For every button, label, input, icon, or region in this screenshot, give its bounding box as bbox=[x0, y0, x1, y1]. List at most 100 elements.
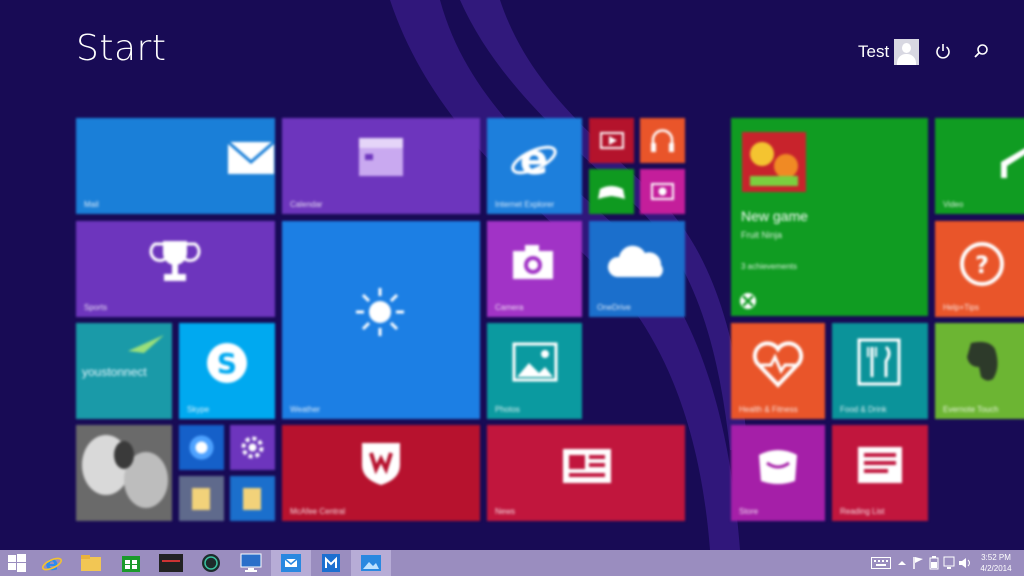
svg-text:?: ? bbox=[975, 251, 989, 279]
taskbar: e bbox=[0, 550, 1024, 576]
flag-icon[interactable] bbox=[912, 556, 924, 570]
news-icon bbox=[563, 449, 611, 483]
tile-onedrive[interactable]: OneDrive bbox=[589, 221, 685, 317]
windows-logo-icon bbox=[8, 554, 26, 572]
tile-folder-small-1[interactable] bbox=[179, 476, 224, 521]
game-thumbnail bbox=[742, 132, 806, 192]
trophy-icon bbox=[149, 241, 201, 281]
tile-reading-list[interactable]: Reading List bbox=[832, 425, 928, 521]
globe-icon bbox=[202, 554, 220, 572]
tile-mcafee[interactable]: McAfee Central bbox=[282, 425, 480, 521]
tile-weather[interactable]: Weather bbox=[282, 221, 480, 419]
tile-label: Camera bbox=[495, 303, 524, 312]
clock-time: 3:52 PM bbox=[981, 553, 1011, 562]
speaker-icon[interactable] bbox=[958, 556, 972, 570]
game-subtitle: Fruit Ninja bbox=[741, 230, 783, 240]
tile-folder-small-2[interactable] bbox=[230, 476, 275, 521]
tile-label: Video bbox=[943, 200, 964, 209]
svg-text:S: S bbox=[217, 347, 237, 380]
photos-icon bbox=[361, 555, 381, 571]
search-icon[interactable] bbox=[970, 40, 992, 62]
tile-label: News bbox=[495, 507, 516, 516]
taskbar-file-explorer[interactable] bbox=[71, 550, 111, 576]
tile-label: Photos bbox=[495, 405, 520, 414]
help-icon: ? bbox=[960, 242, 1004, 286]
start-button[interactable] bbox=[0, 550, 34, 576]
chevron-up-icon[interactable] bbox=[898, 559, 906, 567]
tile-skype[interactable]: S Skype bbox=[179, 323, 275, 419]
tile-label: Internet Explorer bbox=[495, 200, 555, 209]
taskbar-internet-explorer[interactable]: e bbox=[32, 550, 72, 576]
page-title: Start bbox=[76, 28, 167, 69]
internet-explorer-icon: e bbox=[511, 135, 557, 184]
power-icon[interactable] bbox=[932, 40, 954, 62]
tile-settings-small[interactable] bbox=[230, 425, 275, 470]
tile-news[interactable]: News bbox=[487, 425, 685, 521]
camera-icon bbox=[651, 183, 674, 200]
taskbar-app-dark[interactable] bbox=[151, 550, 191, 576]
photo-image bbox=[76, 425, 172, 521]
tile-video-small[interactable] bbox=[589, 118, 634, 163]
svg-text:e: e bbox=[520, 135, 549, 184]
taskbar-remote-desktop[interactable] bbox=[231, 550, 271, 576]
browser-icon bbox=[322, 554, 340, 572]
user-name[interactable]: Test bbox=[858, 42, 889, 62]
paper-plane-icon bbox=[128, 335, 164, 353]
monitor-icon bbox=[240, 553, 262, 572]
tile-calendar[interactable]: Calendar bbox=[282, 118, 480, 214]
game-title: New game bbox=[741, 208, 808, 224]
taskbar-mail[interactable] bbox=[271, 550, 311, 576]
shield-icon bbox=[362, 443, 400, 485]
tile-brand-text: youstonnect bbox=[82, 365, 147, 379]
skype-icon: S bbox=[207, 343, 247, 383]
tile-video[interactable]: Video bbox=[935, 118, 1024, 214]
taskbar-store[interactable] bbox=[111, 550, 151, 576]
keyboard-icon[interactable] bbox=[871, 557, 891, 569]
tile-camera-small[interactable] bbox=[640, 169, 685, 214]
taskbar-clock[interactable]: 3:52 PM 4/2/2014 bbox=[975, 552, 1017, 574]
svg-text:e: e bbox=[46, 553, 59, 574]
taskbar-photos[interactable] bbox=[351, 550, 391, 576]
tile-camera[interactable]: Camera bbox=[487, 221, 582, 317]
evernote-icon bbox=[967, 341, 998, 381]
reading-list-icon bbox=[858, 447, 902, 483]
calendar-icon bbox=[359, 138, 403, 176]
avatar[interactable] bbox=[894, 39, 919, 65]
xbox-icon bbox=[740, 293, 756, 309]
gamepad-icon bbox=[598, 186, 625, 199]
tile-health-fitness[interactable]: Health & Fitness bbox=[731, 323, 825, 419]
tile-store[interactable]: Store bbox=[731, 425, 825, 521]
photos-icon bbox=[512, 342, 558, 382]
tile-photo-thumbnail[interactable] bbox=[76, 425, 172, 521]
folder-icon bbox=[243, 488, 261, 510]
tile-youstonnect[interactable]: youstonnect bbox=[76, 323, 172, 419]
gear-icon bbox=[241, 436, 264, 459]
tile-food-drink[interactable]: Food & Drink bbox=[832, 323, 928, 419]
tile-xbox-games[interactable]: New game Fruit Ninja 3 achievements bbox=[731, 118, 928, 316]
tile-music-small[interactable] bbox=[640, 118, 685, 163]
tile-label: Store bbox=[739, 507, 759, 516]
mail-icon bbox=[227, 140, 275, 174]
battery-icon[interactable] bbox=[929, 556, 939, 570]
tile-app-small-1[interactable] bbox=[179, 425, 224, 470]
tile-evernote[interactable]: Evernote Touch bbox=[935, 323, 1024, 419]
taskbar-maxthon[interactable] bbox=[311, 550, 351, 576]
camera-icon bbox=[513, 245, 553, 279]
tile-label: Reading List bbox=[840, 507, 885, 516]
network-icon[interactable] bbox=[943, 556, 955, 570]
tile-sports[interactable]: Sports bbox=[76, 221, 275, 317]
tile-photos[interactable]: Photos bbox=[487, 323, 582, 419]
clock-date: 4/2/2014 bbox=[980, 564, 1012, 573]
tile-label: Health & Fitness bbox=[739, 405, 798, 414]
sun-icon bbox=[356, 288, 404, 336]
tile-label: Skype bbox=[187, 405, 210, 414]
app-window-icon bbox=[159, 554, 183, 572]
utensils-icon bbox=[857, 338, 901, 386]
tile-internet-explorer[interactable]: e Internet Explorer bbox=[487, 118, 582, 214]
store-icon bbox=[122, 556, 140, 572]
tile-help-tips[interactable]: ? Help+Tips bbox=[935, 221, 1024, 317]
folder-icon bbox=[192, 488, 210, 510]
tile-mail[interactable]: Mail bbox=[76, 118, 275, 214]
tile-games-small[interactable] bbox=[589, 169, 634, 214]
taskbar-app-circle[interactable] bbox=[191, 550, 231, 576]
